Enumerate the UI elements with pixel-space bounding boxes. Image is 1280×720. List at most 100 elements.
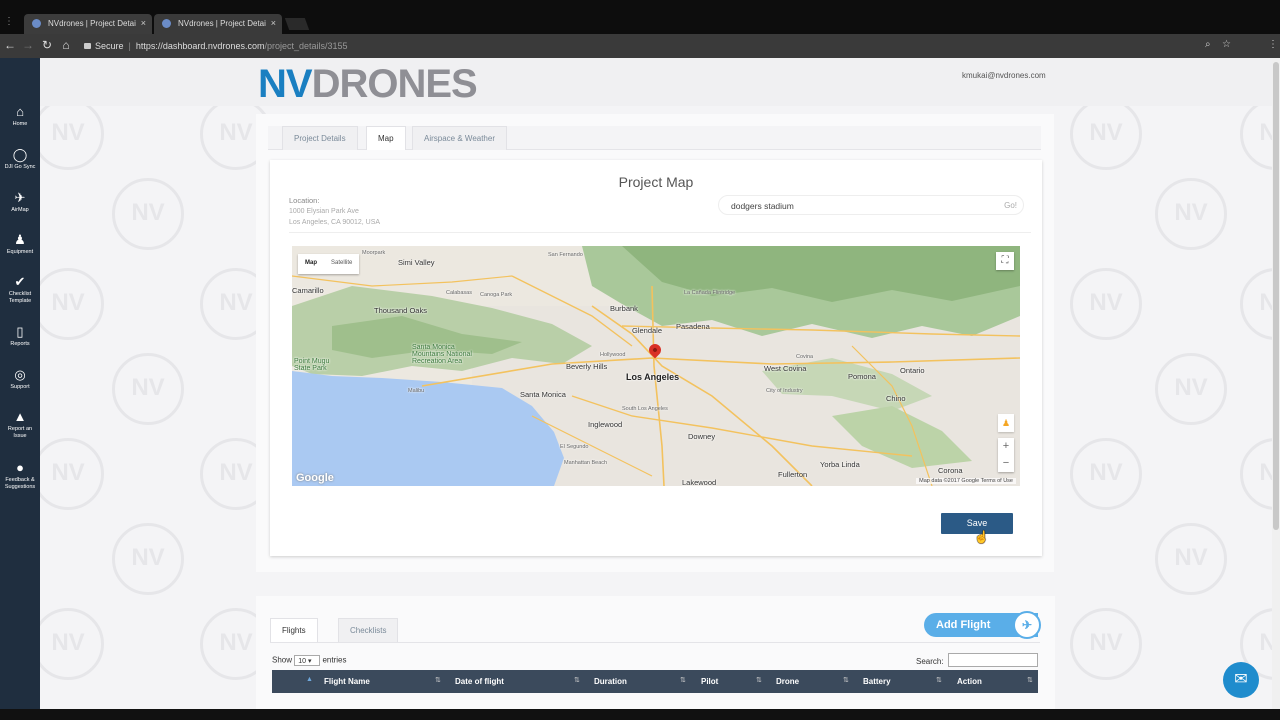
close-tab-icon[interactable]: × xyxy=(271,18,276,28)
watermark-logo: NV xyxy=(40,98,104,170)
sort-asc-icon[interactable]: ▲ xyxy=(306,676,313,683)
table-search-input[interactable] xyxy=(948,653,1038,667)
sidebar-item-report-issue[interactable]: ▲ Report an Issue xyxy=(0,409,40,440)
map-place-label: Point Mugu State Park xyxy=(294,358,330,372)
close-tab-icon[interactable]: × xyxy=(141,18,146,28)
sort-icon[interactable]: ⇅ xyxy=(936,676,942,684)
sidebar-item-label: Equipment xyxy=(6,249,34,255)
chrome-menu-icon[interactable]: ⋮ xyxy=(1268,39,1278,50)
forward-icon[interactable]: → xyxy=(21,38,35,52)
sort-icon[interactable]: ⇅ xyxy=(756,676,762,684)
go-button[interactable]: Go! xyxy=(1004,201,1017,210)
tab-flights[interactable]: Flights xyxy=(270,618,318,642)
map-place-label: Yorba Linda xyxy=(820,460,860,469)
watermark-logo: NV xyxy=(1155,353,1227,425)
watermark-logo: NV xyxy=(40,438,104,510)
entries-select[interactable]: 10 ▾ xyxy=(294,655,321,666)
sidebar-item-label: Home xyxy=(12,121,28,127)
tab-airspace-weather[interactable]: Airspace & Weather xyxy=(412,126,507,150)
reload-icon[interactable]: ↻ xyxy=(40,38,54,52)
map-place-label: City of Industry xyxy=(766,388,803,394)
secure-label: Secure xyxy=(95,41,124,51)
watermark-logo: NV xyxy=(1070,608,1142,680)
map-place-label: Camarillo xyxy=(292,286,324,295)
bookmark-star-icon[interactable]: ☆ xyxy=(1222,39,1231,50)
column-header[interactable]: Pilot xyxy=(701,677,718,686)
favicon-icon xyxy=(162,19,171,28)
tab-checklists[interactable]: Checklists xyxy=(338,618,399,642)
sidebar-item-equipment[interactable]: ♟ Equipment xyxy=(0,232,40,256)
sort-icon[interactable]: ⇅ xyxy=(1027,676,1033,684)
pegman-icon[interactable]: ♟ xyxy=(998,414,1014,432)
sidebar-item-home[interactable]: ⌂ Home xyxy=(0,104,40,128)
user-email[interactable]: kmukai@nvdrones.com xyxy=(962,71,1046,80)
zoom-icon[interactable]: ⌕ xyxy=(1205,39,1211,50)
sidebar-item-dji-go-sync[interactable]: ◯ DJI Go Sync xyxy=(0,147,40,171)
sort-icon[interactable]: ⇅ xyxy=(843,676,849,684)
sidebar-item-label: Report an Issue xyxy=(7,426,33,439)
map-place-label: South Los Angeles xyxy=(622,406,668,412)
show-entries-control: Show 10 ▾ entries xyxy=(272,655,347,666)
scrollbar[interactable] xyxy=(1272,58,1280,709)
new-tab-button[interactable] xyxy=(284,18,310,30)
map-place-label: Covina xyxy=(796,354,814,360)
map-place-label: Corona xyxy=(938,466,963,475)
show-label: Show xyxy=(272,655,293,665)
sidebar-item-label: Feedback & Suggestions xyxy=(4,477,36,490)
column-header[interactable]: Battery xyxy=(863,677,891,686)
bottom-edge xyxy=(0,709,1280,720)
column-header[interactable]: Date of flight xyxy=(455,677,504,686)
map-type-map-button[interactable]: Map xyxy=(298,254,324,272)
map-attribution[interactable]: Map data ©2017 Google Terms of Use xyxy=(916,478,1016,484)
home-icon: ⌂ xyxy=(16,104,24,119)
column-header[interactable]: Duration xyxy=(594,677,627,686)
google-map[interactable]: Map Satellite ⛶ ♟ + − Simi Valley Thousand… xyxy=(292,246,1020,486)
divider xyxy=(289,232,1031,233)
address-bar: ← → ↻ ⌂ Secure | https://dashboard.nvdrone… xyxy=(0,34,1280,58)
zoom-out-button[interactable]: − xyxy=(998,455,1014,472)
map-place-label: Thousand Oaks xyxy=(374,306,427,315)
watermark-logo: NV xyxy=(112,353,184,425)
back-icon[interactable]: ← xyxy=(3,38,17,52)
sync-icon: ◯ xyxy=(12,147,28,162)
nvdrones-logo[interactable]: NVDRONES xyxy=(258,64,478,104)
chat-support-icon[interactable]: ✉ xyxy=(1223,662,1259,698)
map-type-satellite-button[interactable]: Satellite xyxy=(324,254,359,272)
sidebar-item-checklist-template[interactable]: ✔ Checklist Template xyxy=(0,274,40,305)
column-header[interactable]: Flight Name xyxy=(324,677,370,686)
watermark-logo: NV xyxy=(1155,523,1227,595)
column-header[interactable]: Drone xyxy=(776,677,799,686)
scrollbar-thumb[interactable] xyxy=(1273,62,1279,530)
flights-table-header: ▲ Flight Name ⇅ Date of flight ⇅ Duratio… xyxy=(272,670,1038,693)
lock-icon xyxy=(84,43,91,49)
map-place-label: Glendale xyxy=(632,326,663,335)
home-browser-icon[interactable]: ⌂ xyxy=(59,38,73,52)
sidebar-item-airmap[interactable]: ✈ AirMap xyxy=(0,190,40,214)
location-search-input[interactable]: dodgers stadium Go! xyxy=(718,195,1024,215)
sort-icon[interactable]: ⇅ xyxy=(680,676,686,684)
add-flight-button[interactable]: Add Flight ✈ xyxy=(924,611,1041,639)
browser-tab-active[interactable]: NVdrones | Project Detai × xyxy=(154,14,282,34)
tab-map[interactable]: Map xyxy=(366,126,406,150)
project-panel: Project Details Map Airspace & Weather P… xyxy=(256,114,1054,572)
column-header[interactable]: Action xyxy=(957,677,982,686)
map-place-label: Manhattan Beach xyxy=(564,460,608,466)
tab-project-details[interactable]: Project Details xyxy=(282,126,358,150)
sidebar-item-label: DJI Go Sync xyxy=(4,164,36,170)
map-place-label: Fullerton xyxy=(778,470,808,479)
sort-icon[interactable]: ⇅ xyxy=(574,676,580,684)
map-place-label: Chino xyxy=(886,394,906,403)
zoom-in-button[interactable]: + xyxy=(998,438,1014,455)
sort-icon[interactable]: ⇅ xyxy=(435,676,441,684)
url-field[interactable]: Secure | https://dashboard.nvdrones.com/pr… xyxy=(78,37,1238,55)
sidebar-item-feedback[interactable]: ● Feedback & Suggestions xyxy=(0,460,40,491)
browser-menu-icon[interactable]: ⋮ xyxy=(4,16,14,27)
map-place-label: Moorpark xyxy=(362,250,386,256)
fullscreen-icon[interactable]: ⛶ xyxy=(996,252,1014,270)
sidebar-item-reports[interactable]: ▯ Reports xyxy=(0,324,40,348)
browser-tab-title: NVdrones | Project Detai xyxy=(178,19,266,28)
address-line-1: 1000 Elysian Park Ave xyxy=(289,208,359,215)
url-path: /project_details/3155 xyxy=(264,41,348,51)
browser-tab[interactable]: NVdrones | Project Detai × xyxy=(24,14,152,34)
sidebar-item-support[interactable]: ◎ Support xyxy=(0,367,40,391)
